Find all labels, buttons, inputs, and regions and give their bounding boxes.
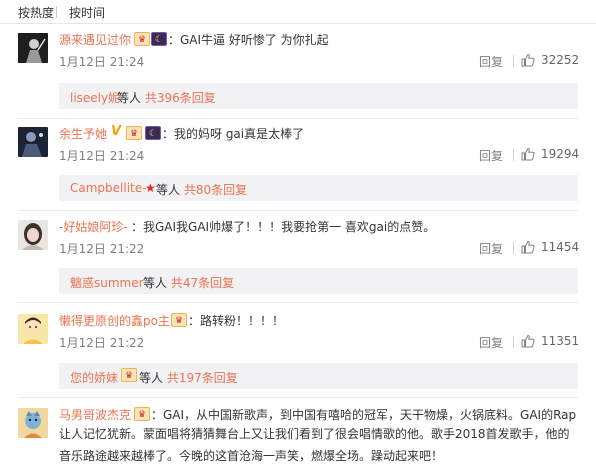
- comment-username[interactable]: 余生予她: [59, 125, 107, 142]
- comment-username[interactable]: 源来遇见过你: [59, 31, 131, 48]
- thumbs-up-icon[interactable]: [521, 240, 535, 254]
- sub-reply-count-link[interactable]: 共47条回复: [171, 276, 234, 290]
- sub-replies-box[interactable]: 您的娇妹 ♛ 等人 共197条回复: [59, 363, 578, 389]
- sub-reply-count-link[interactable]: 共80条回复: [184, 183, 247, 197]
- sub-reply-summary: 等人 共197条回复: [139, 369, 238, 386]
- night-icon: ☾: [151, 32, 167, 46]
- comment-text-line-2: 让人记忆犹新。蒙面唱将猜猜舞台上又让我们看到了很会唱情歌的他。歌手2018首发歌…: [59, 427, 570, 441]
- like-count: 11454: [541, 240, 580, 254]
- comment-text-line-3: 音乐路途越来越棒了。今晚的这首沧海一声笑，燃爆全场。躁动起来吧！: [59, 449, 444, 463]
- avatar-image: [18, 33, 48, 63]
- thumbs-up-icon[interactable]: [521, 334, 535, 348]
- sub-reply-summary: 等人 共47条回复: [143, 274, 234, 291]
- avatar[interactable]: [18, 127, 48, 157]
- sub-reply-summary: 等人 共80条回复: [156, 181, 247, 198]
- sub-reply-count-link[interactable]: 共197条回复: [167, 371, 238, 385]
- vip-icon: ♛: [134, 407, 150, 421]
- action-divider: [513, 336, 514, 348]
- comment-time: 1月12日 21:24: [59, 55, 145, 69]
- avatar-image: [18, 220, 48, 250]
- vip-icon: ♛: [121, 368, 137, 382]
- star-icon: ★: [145, 181, 156, 195]
- sub-replies-box[interactable]: 魑惑summer 等人 共47条回复: [59, 268, 578, 294]
- sub-reply-middle: 等人: [117, 91, 145, 105]
- comment-time: 1月12日 21:22: [59, 242, 145, 256]
- sub-reply-username[interactable]: 您的娇妹: [70, 369, 118, 386]
- sub-reply-middle: 等人: [156, 183, 184, 197]
- verified-v-icon: V: [110, 124, 122, 139]
- reply-button[interactable]: 回复: [479, 334, 503, 351]
- action-divider: [513, 242, 514, 254]
- avatar-image: [18, 314, 48, 344]
- reply-button[interactable]: 回复: [479, 53, 503, 70]
- sub-reply-summary: 等人 共396条回复: [117, 89, 216, 106]
- avatar[interactable]: [18, 220, 48, 250]
- comment-divider: [18, 210, 578, 211]
- action-divider: [513, 55, 514, 67]
- sub-reply-count-link[interactable]: 共396条回复: [145, 91, 216, 105]
- thumbs-up-icon[interactable]: [521, 147, 535, 161]
- sort-bar: 按热度 按时间: [0, 0, 596, 24]
- comment-username[interactable]: -好姑娘阿珍-: [59, 218, 128, 235]
- sub-reply-username[interactable]: Campbellite-: [70, 181, 146, 195]
- like-count: 11351: [541, 334, 580, 348]
- vip-icon: ♛: [126, 126, 142, 140]
- comment-divider: [18, 302, 578, 303]
- comment-text: ：路转粉！！！！: [188, 314, 285, 328]
- tab-sort-by-time[interactable]: 按时间: [69, 4, 105, 21]
- comment-text: ：GAI牛逼 好听惨了 为你扎起: [168, 33, 329, 47]
- reply-button[interactable]: 回复: [479, 147, 503, 164]
- avatar-image: [18, 408, 48, 438]
- tab-sort-by-hot[interactable]: 按热度: [18, 4, 54, 21]
- avatar[interactable]: [18, 33, 48, 63]
- comment-divider: [18, 397, 578, 398]
- comment-username[interactable]: 马男哥波杰克: [59, 406, 131, 423]
- thumbs-up-icon[interactable]: [521, 53, 535, 67]
- comment-text: ：我的妈呀 gai真是太棒了: [162, 127, 305, 141]
- action-divider: [513, 149, 514, 161]
- comment-text: ：我GAI我GAI帅爆了！！！我要抢第一 喜欢gai的点赞。: [131, 220, 436, 234]
- like-count: 32252: [541, 53, 580, 67]
- sub-reply-middle: 等人: [139, 371, 167, 385]
- comment-divider: [18, 118, 578, 119]
- sub-replies-box[interactable]: liseely妮 等人 共396条回复: [59, 83, 578, 109]
- sort-divider: [56, 6, 57, 18]
- sub-reply-username[interactable]: liseely妮: [70, 89, 120, 106]
- comment-username[interactable]: 懒得更原创的鑫po主: [59, 312, 170, 329]
- reply-button[interactable]: 回复: [479, 240, 503, 257]
- sort-bar-underline: [0, 23, 596, 24]
- comment-time: 1月12日 21:24: [59, 149, 145, 163]
- vip-icon: ♛: [171, 313, 187, 327]
- night-icon: ☾: [145, 126, 161, 140]
- comment-time: 1月12日 21:22: [59, 336, 145, 350]
- avatar[interactable]: [18, 408, 48, 438]
- sub-replies-box[interactable]: Campbellite- ★ 等人 共80条回复: [59, 175, 578, 201]
- sub-reply-middle: 等人: [143, 276, 171, 290]
- avatar-image: [18, 127, 48, 157]
- avatar[interactable]: [18, 314, 48, 344]
- comment-text-line-1: ：GAI，从中国新歌声，到中国有嘻哈的冠军，天干物燥，火锅底料。GAI的Rap: [151, 408, 577, 422]
- sub-reply-username[interactable]: 魑惑summer: [70, 274, 144, 291]
- vip-icon: ♛: [134, 32, 150, 46]
- like-count: 19294: [541, 147, 580, 161]
